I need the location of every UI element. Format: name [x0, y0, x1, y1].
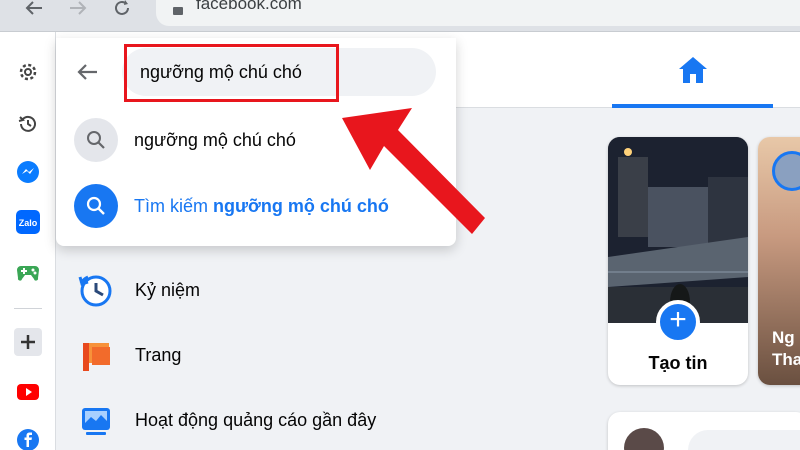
annotation-arrow-icon	[342, 108, 485, 234]
suggestion-text: ngưỡng mộ chú chó	[134, 129, 296, 150]
memories-clock-icon	[78, 272, 114, 308]
back-arrow-icon	[77, 64, 97, 80]
zalo-icon[interactable]: Zalo	[14, 208, 42, 236]
history-icon[interactable]	[14, 110, 42, 138]
gamepad-icon[interactable]	[14, 258, 42, 286]
search-prefix: Tìm kiếm	[134, 195, 208, 216]
plus-icon[interactable]	[14, 328, 42, 356]
menu-label-memories: Kỷ niệm	[135, 279, 201, 300]
search-icon	[74, 184, 118, 228]
menu-item-pages[interactable]: Trang	[78, 333, 181, 377]
menu-item-ad-activity[interactable]: Hoạt động quảng cáo gần đây	[78, 398, 376, 442]
home-icon	[678, 57, 707, 83]
back-arrow-icon[interactable]	[20, 0, 48, 22]
story-friend-name: Ng Tha	[772, 327, 800, 371]
create-story-label: Tạo tin	[648, 353, 708, 373]
search-back-button[interactable]	[72, 56, 104, 88]
pages-flag-icon	[78, 337, 114, 373]
facebook-icon[interactable]	[14, 426, 42, 450]
story-friend-name-line2: Tha	[772, 350, 800, 369]
ad-activity-icon	[78, 402, 114, 438]
create-story-plus-icon[interactable]: +	[656, 300, 700, 344]
create-post-box	[608, 412, 800, 450]
browser-toolbar: facebook.com	[0, 0, 800, 32]
search-icon	[74, 118, 118, 162]
active-tab-indicator	[612, 104, 773, 108]
story-avatar	[772, 151, 800, 191]
menu-label-pages: Trang	[135, 344, 182, 365]
create-post-input[interactable]	[688, 430, 800, 450]
annotation-highlight-box	[124, 44, 339, 102]
menu-label-ad-activity: Hoạt động quảng cáo gần đây	[135, 409, 377, 430]
messenger-icon[interactable]	[14, 158, 42, 186]
zalo-label: Zalo	[19, 218, 38, 228]
reload-icon[interactable]	[108, 0, 136, 22]
url-text: facebook.com	[196, 0, 302, 13]
story-card-friend[interactable]: Ng Tha	[758, 137, 800, 385]
gear-icon[interactable]	[14, 58, 42, 86]
youtube-icon[interactable]	[14, 378, 42, 406]
lock-icon	[172, 2, 184, 15]
story-photo	[608, 137, 748, 323]
extension-divider	[14, 308, 42, 309]
tab-home[interactable]	[612, 32, 773, 108]
address-bar[interactable]: facebook.com	[156, 0, 800, 26]
forward-arrow-icon[interactable]	[64, 0, 92, 22]
story-friend-name-line1: Ng	[772, 328, 795, 347]
create-story-card[interactable]: + Tạo tin	[608, 137, 748, 385]
extension-sidebar: Zalo	[0, 32, 56, 450]
menu-item-memories[interactable]: Kỷ niệm	[78, 268, 200, 312]
avatar[interactable]	[624, 428, 664, 450]
